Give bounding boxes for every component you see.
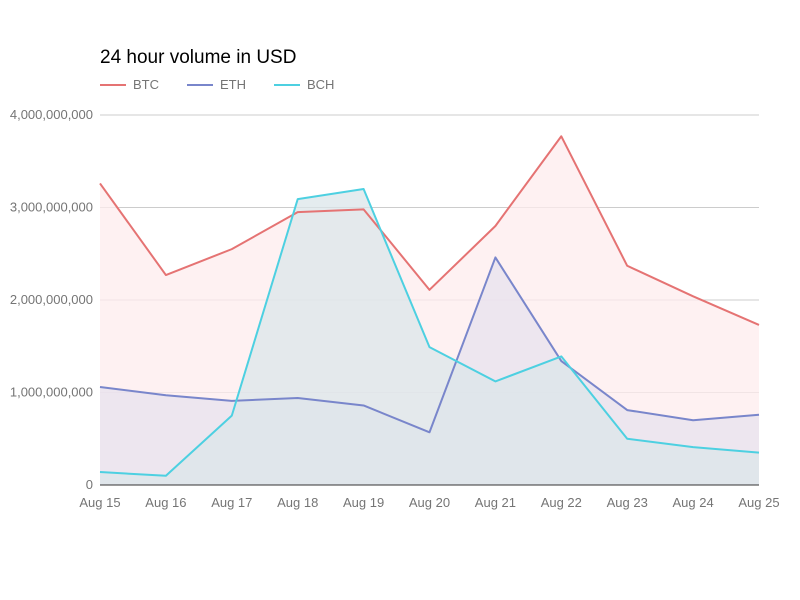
x-tick-label: Aug 19 xyxy=(343,495,384,510)
x-tick-label: Aug 23 xyxy=(607,495,648,510)
x-tick-label: Aug 22 xyxy=(541,495,582,510)
x-tick-label: Aug 15 xyxy=(79,495,120,510)
y-tick-label: 2,000,000,000 xyxy=(10,292,93,307)
x-tick-label: Aug 20 xyxy=(409,495,450,510)
x-tick-label: Aug 21 xyxy=(475,495,516,510)
x-tick-label: Aug 25 xyxy=(738,495,779,510)
y-tick-label: 0 xyxy=(86,477,93,492)
chart-plot-area: 0 1,000,000,000 2,000,000,000 3,000,000,000… xyxy=(10,107,780,510)
x-tick-label: Aug 18 xyxy=(277,495,318,510)
x-tick-label: Aug 24 xyxy=(672,495,713,510)
y-tick-label: 4,000,000,000 xyxy=(10,107,93,122)
y-tick-label: 3,000,000,000 xyxy=(10,200,93,215)
x-tick-label: Aug 16 xyxy=(145,495,186,510)
chart-page: 24 hour volume in USD BTC ETH BCH 0 1,000… xyxy=(0,0,800,600)
x-tick-label: Aug 17 xyxy=(211,495,252,510)
y-tick-label: 1,000,000,000 xyxy=(10,385,93,400)
